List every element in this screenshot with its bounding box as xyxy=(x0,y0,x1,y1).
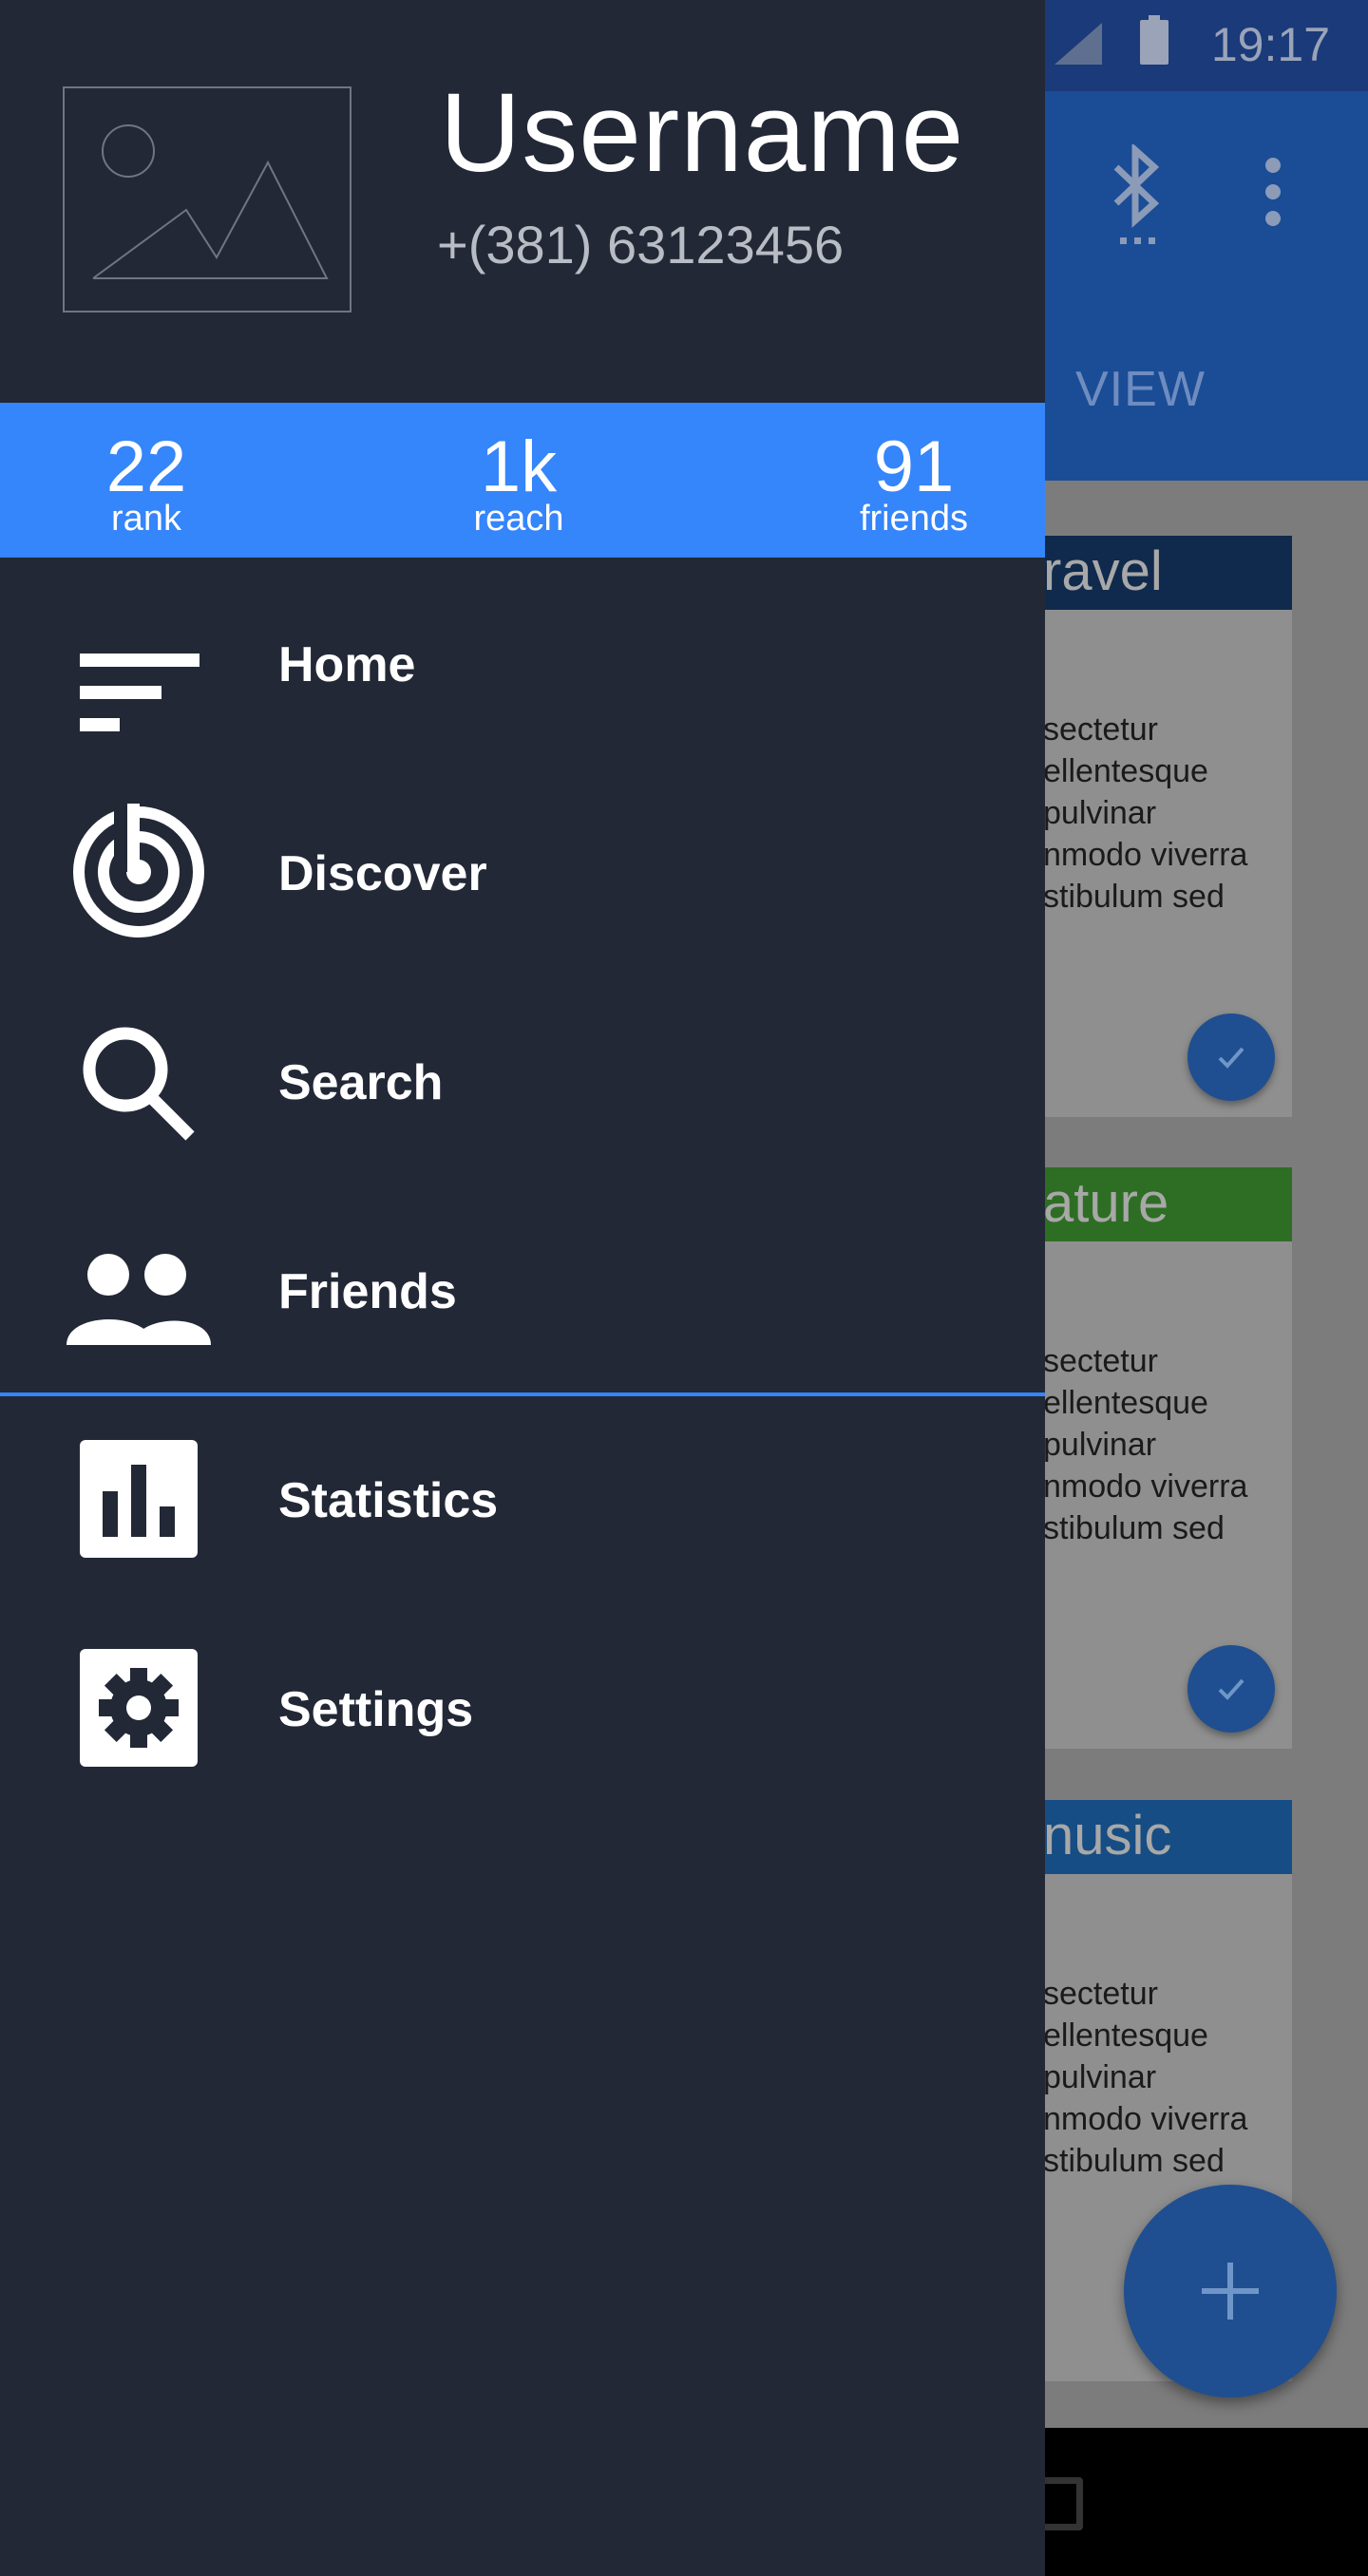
gear-icon xyxy=(80,1649,198,1767)
stat-value: 1k xyxy=(480,426,558,507)
radar-icon xyxy=(73,804,204,938)
check-icon xyxy=(1218,1047,1244,1069)
profile-phone: +(381) 63123456 xyxy=(437,215,845,275)
overflow-menu-icon[interactable] xyxy=(1254,157,1292,228)
card-category-label: ature xyxy=(1043,1172,1169,1234)
tab-view[interactable]: VIEW xyxy=(1075,361,1206,418)
menu-item-friends[interactable]: Friends xyxy=(0,1187,1045,1396)
profile-username: Username xyxy=(440,70,965,196)
search-icon xyxy=(83,1027,195,1141)
add-fab-button[interactable] xyxy=(1124,2185,1337,2397)
menu-item-settings[interactable]: Settings xyxy=(0,1605,1045,1814)
card-category-label: ravel xyxy=(1043,540,1163,602)
menu-item-search[interactable]: Search xyxy=(0,978,1045,1187)
signal-icon xyxy=(1054,23,1102,65)
stat-label: rank xyxy=(111,499,181,539)
battery-icon xyxy=(1140,15,1168,65)
menu-item-home[interactable]: Home xyxy=(0,560,1045,769)
stat-friends: 91 friends xyxy=(790,403,1037,558)
menu-item-label: Discover xyxy=(278,846,487,901)
card-body-text: sectetur ellentesque pulvinar nmodo vive… xyxy=(1043,711,1248,915)
check-icon xyxy=(1218,1678,1244,1700)
avatar[interactable] xyxy=(63,86,352,313)
status-clock: 19:17 xyxy=(1210,18,1330,71)
card-check-button[interactable] xyxy=(1188,1013,1275,1101)
plus-icon xyxy=(1202,2263,1259,2320)
menu-item-label: Home xyxy=(278,637,416,692)
menu-item-label: Search xyxy=(278,1055,444,1110)
bar-chart-icon xyxy=(80,1440,198,1558)
stats-bar: 22 rank 1k reach 91 friends xyxy=(0,403,1045,558)
menu-item-label: Statistics xyxy=(278,1473,499,1528)
menu-item-discover[interactable]: Discover xyxy=(0,769,1045,978)
stat-value: 22 xyxy=(105,426,187,507)
card-body-text: sectetur ellentesque pulvinar nmodo vive… xyxy=(1043,1343,1248,1546)
card-check-button[interactable] xyxy=(1188,1645,1275,1733)
card-category-label: nusic xyxy=(1043,1805,1172,1866)
stat-value: 91 xyxy=(873,426,955,507)
bluetooth-searching-icon[interactable] xyxy=(1107,144,1168,249)
navigation-drawer: Username +(381) 63123456 22 rank 1k reac… xyxy=(0,0,1045,2576)
stat-reach: 1k reach xyxy=(395,403,642,558)
stat-rank: 22 rank xyxy=(23,403,270,558)
stat-label: friends xyxy=(859,499,969,539)
menu-item-label: Friends xyxy=(278,1264,457,1319)
menu-item-statistics[interactable]: Statistics xyxy=(0,1396,1045,1605)
image-placeholder-icon xyxy=(92,124,329,279)
stat-label: reach xyxy=(473,499,564,539)
menu-item-label: Settings xyxy=(278,1682,474,1737)
sort-lines-icon xyxy=(80,653,200,731)
card-body-text: sectetur ellentesque pulvinar nmodo vive… xyxy=(1043,1976,1248,2179)
people-icon xyxy=(66,1254,211,1345)
